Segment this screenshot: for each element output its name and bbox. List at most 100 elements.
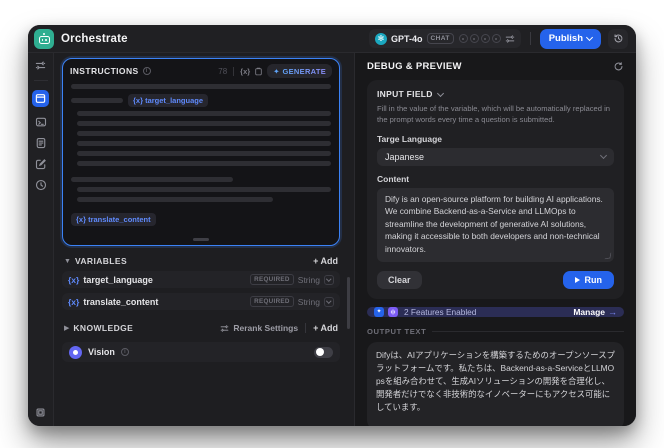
- input-field-title: INPUT FIELD: [377, 89, 433, 99]
- sidebar-item-orchestrate[interactable]: [32, 90, 49, 107]
- chevron-right-icon[interactable]: ▶: [64, 324, 69, 332]
- content-textarea[interactable]: Dify is an open-source platform for buil…: [377, 187, 614, 262]
- collapse-panel-icon[interactable]: [35, 407, 46, 418]
- generate-button[interactable]: ✦ GENERATE: [267, 64, 332, 78]
- vision-toggle[interactable]: [314, 346, 333, 358]
- generate-feature-icon: ✦: [374, 306, 384, 317]
- variable-tag-target-language[interactable]: {x} target_language: [128, 94, 209, 107]
- target-language-select[interactable]: Japanese: [377, 147, 614, 166]
- publish-label: Publish: [548, 33, 583, 44]
- rerank-settings-button[interactable]: Rerank Settings: [220, 323, 298, 333]
- instructions-header: INSTRUCTIONS i 78 {x} ✦ GENERATE: [63, 59, 339, 81]
- redacted-text-line: [77, 111, 331, 116]
- switch-app-icon[interactable]: [35, 60, 46, 71]
- instructions-editor[interactable]: INSTRUCTIONS i 78 {x} ✦ GENERATE {x} tar…: [62, 58, 340, 246]
- manage-features-link[interactable]: Manage →: [573, 307, 617, 317]
- capability-icon: [491, 34, 501, 43]
- clipboard-icon[interactable]: [254, 67, 263, 76]
- publish-button[interactable]: Publish: [539, 28, 601, 49]
- page-title: Orchestrate: [61, 32, 128, 45]
- speech-feature-icon: [388, 306, 398, 317]
- output-title: OUTPUT TEXT: [367, 326, 427, 336]
- required-badge: REQUIRED: [250, 274, 294, 285]
- variables-header: ▼ VARIABLES + Add: [62, 256, 340, 266]
- top-bar: Orchestrate ✻ GPT-4o CHAT Publish: [28, 25, 636, 53]
- history-button[interactable]: [608, 28, 628, 49]
- target-language-label: Targe Language: [377, 133, 443, 144]
- features-count-text: 2 Features Enabled: [404, 306, 477, 317]
- run-label: Run: [584, 274, 603, 285]
- vision-feature-row: Vision i: [62, 342, 340, 362]
- chevron-down-icon: [436, 89, 444, 97]
- model-settings-icon[interactable]: [505, 34, 515, 44]
- input-field-header[interactable]: INPUT FIELD: [377, 89, 614, 99]
- info-icon: i: [120, 348, 129, 356]
- variable-type: String: [297, 296, 320, 307]
- input-field-description: Fill in the value of the variable, which…: [377, 104, 610, 125]
- redacted-text-line: [77, 121, 331, 126]
- chevron-down-icon[interactable]: ▼: [64, 258, 71, 265]
- openai-icon: ✻: [375, 32, 387, 45]
- output-text: Difyは、AIアプリケーションを構築するためのオープンソースプラットフォームで…: [376, 349, 615, 413]
- input-field-card: INPUT FIELD Fill in the value of the var…: [367, 80, 624, 299]
- app-window: Orchestrate ✻ GPT-4o CHAT Publish INSTRU…: [28, 25, 636, 426]
- sidebar-item-monitoring[interactable]: [35, 179, 47, 191]
- vision-eye-icon: [69, 345, 82, 359]
- variable-icon: {x}: [68, 296, 80, 307]
- variable-icon: {x}: [68, 274, 80, 285]
- capability-icon: [458, 34, 468, 43]
- type-dropdown-icon[interactable]: [324, 274, 334, 285]
- redacted-text-line: [77, 161, 331, 166]
- insert-variable-icon[interactable]: {x}: [240, 67, 250, 76]
- type-dropdown-icon[interactable]: [324, 296, 334, 307]
- features-enabled-bar[interactable]: ✦ 2 Features Enabled Manage →: [367, 306, 624, 317]
- model-mode-badge: CHAT: [426, 33, 454, 44]
- required-badge: REQUIRED: [250, 296, 294, 307]
- orchestrate-panel: INSTRUCTIONS i 78 {x} ✦ GENERATE {x} tar…: [54, 53, 354, 426]
- variable-row-target-language[interactable]: {x} target_language REQUIRED String: [62, 271, 340, 288]
- content-label: Content: [377, 173, 410, 184]
- sidebar-item-logs[interactable]: [35, 137, 47, 149]
- add-variable-button[interactable]: + Add: [313, 256, 338, 266]
- divider: [432, 330, 624, 332]
- variable-tag-translate-content[interactable]: {x} translate_content: [71, 213, 156, 226]
- arrow-right-icon: →: [608, 306, 617, 317]
- app-logo-icon[interactable]: [34, 28, 54, 49]
- prompt-content: {x} target_language {x} translate_conten…: [63, 81, 339, 227]
- resize-handle[interactable]: [193, 238, 209, 241]
- add-knowledge-button[interactable]: + Add: [313, 323, 338, 333]
- redacted-text-line: [77, 197, 273, 202]
- sidebar-item-annotations[interactable]: [35, 158, 47, 170]
- left-icon-sidebar: [28, 53, 54, 426]
- capability-icon: [469, 34, 479, 43]
- scrollbar-thumb[interactable]: [347, 277, 350, 329]
- resize-grip-icon[interactable]: [604, 252, 612, 260]
- debug-panel: DEBUG & PREVIEW INPUT FIELD Fill in the …: [354, 53, 636, 426]
- manage-label: Manage: [573, 306, 605, 317]
- variable-row-translate-content[interactable]: {x} translate_content REQUIRED String: [62, 293, 340, 310]
- variables-title: VARIABLES: [74, 256, 128, 266]
- debug-title: DEBUG & PREVIEW: [367, 61, 462, 72]
- redacted-text-line: [71, 177, 233, 182]
- sidebar-item-api-access[interactable]: [35, 116, 47, 128]
- clear-button[interactable]: Clear: [377, 270, 422, 289]
- play-icon: [574, 276, 580, 283]
- knowledge-title: KNOWLEDGE: [73, 323, 134, 333]
- char-count: 78: [218, 66, 228, 76]
- variable-name: translate_content: [83, 296, 159, 307]
- content-value: Dify is an open-source platform for buil…: [385, 193, 603, 254]
- refresh-icon[interactable]: [613, 61, 624, 72]
- redacted-text-line: [77, 131, 331, 136]
- redacted-text-line: [77, 187, 331, 192]
- chevron-down-icon: [599, 152, 608, 160]
- model-capability-icons: [458, 34, 501, 43]
- run-button[interactable]: Run: [562, 270, 614, 289]
- info-icon: i: [142, 67, 151, 75]
- chevron-down-icon: [585, 33, 594, 42]
- redacted-text-line: [71, 84, 331, 89]
- model-selector[interactable]: ✻ GPT-4o CHAT: [369, 29, 521, 48]
- divider: [529, 32, 531, 45]
- output-bubble: Difyは、AIアプリケーションを構築するためのオープンソースプラットフォームで…: [367, 341, 624, 426]
- vision-label: Vision: [88, 347, 115, 357]
- output-header: OUTPUT TEXT: [367, 327, 624, 336]
